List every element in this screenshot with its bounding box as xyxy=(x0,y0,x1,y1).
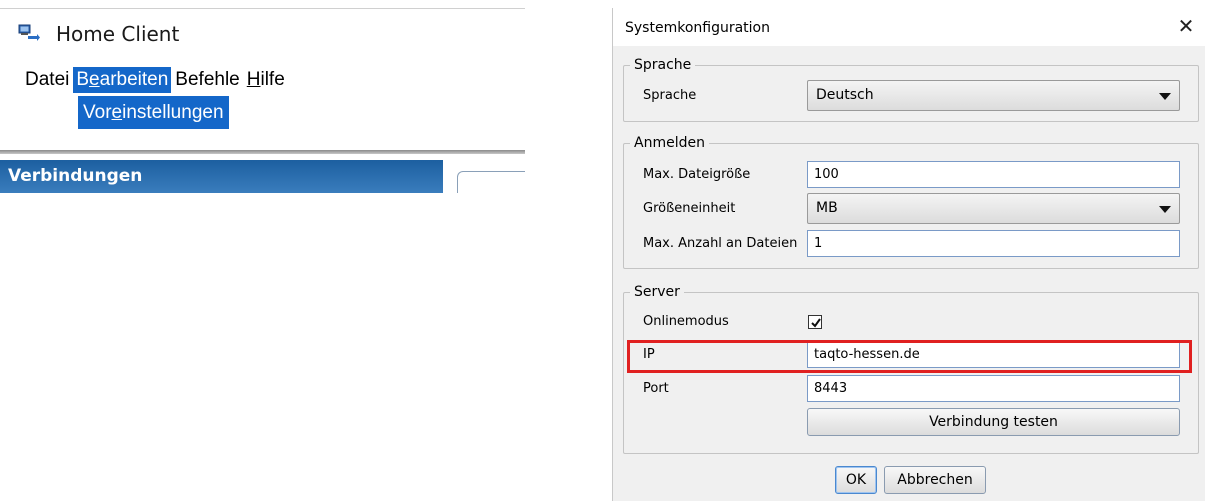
online-mode-label: Onlinemodus xyxy=(643,314,729,329)
menu-hilfe[interactable]: Hilfe xyxy=(244,67,288,93)
menu-datei[interactable]: Datei xyxy=(22,67,72,93)
menu-befehle[interactable]: Befehle xyxy=(172,67,242,93)
home-client-app-icon xyxy=(18,24,40,42)
unit-label: Größeneinheit xyxy=(643,201,736,216)
home-client-window: Home Client Datei Bearbeiten Befehle Hil… xyxy=(0,0,537,501)
toolbar-separator xyxy=(0,150,525,154)
group-server-legend: Server xyxy=(634,284,680,300)
connections-header: Verbindungen xyxy=(0,160,443,193)
chevron-down-icon xyxy=(1159,206,1171,213)
cancel-button[interactable]: Abbrechen xyxy=(884,466,986,494)
unit-select[interactable]: MB xyxy=(807,193,1180,224)
close-icon[interactable]: ✕ xyxy=(1173,14,1199,40)
port-label: Port xyxy=(643,381,669,396)
max-size-field[interactable]: 100 xyxy=(807,161,1180,188)
ok-button[interactable]: OK xyxy=(835,466,877,494)
online-mode-checkbox[interactable] xyxy=(808,315,822,329)
menubar: Datei Bearbeiten Befehle Hilfe xyxy=(22,66,289,94)
tab-mask xyxy=(455,193,530,208)
group-sprache-legend: Sprache xyxy=(634,57,692,73)
sprache-select-value: Deutsch xyxy=(816,87,874,103)
menu-item-voreinstellungen[interactable]: Vor e instellungen xyxy=(78,96,229,129)
app-title: Home Client xyxy=(56,22,180,46)
dialog-titlebar: Systemkonfiguration ✕ xyxy=(613,8,1205,46)
max-size-label: Max. Dateigröße xyxy=(643,167,751,182)
window-top-border xyxy=(0,8,525,9)
max-files-field[interactable]: 1 xyxy=(807,230,1180,257)
chevron-down-icon xyxy=(1159,93,1171,100)
test-connection-button[interactable]: Verbindung testen xyxy=(807,408,1180,436)
group-anmelden-legend: Anmelden xyxy=(634,135,705,151)
sprache-label: Sprache xyxy=(643,88,697,103)
gap xyxy=(525,0,605,501)
sprache-select[interactable]: Deutsch xyxy=(807,80,1180,111)
max-files-label: Max. Anzahl an Dateien xyxy=(643,236,798,251)
port-field[interactable]: 8443 xyxy=(807,375,1180,402)
menu-bearbeiten[interactable]: Bearbeiten xyxy=(73,67,172,93)
unit-select-value: MB xyxy=(816,200,838,216)
dialog-title: Systemkonfiguration xyxy=(625,20,770,36)
ip-highlight-box xyxy=(627,340,1192,373)
